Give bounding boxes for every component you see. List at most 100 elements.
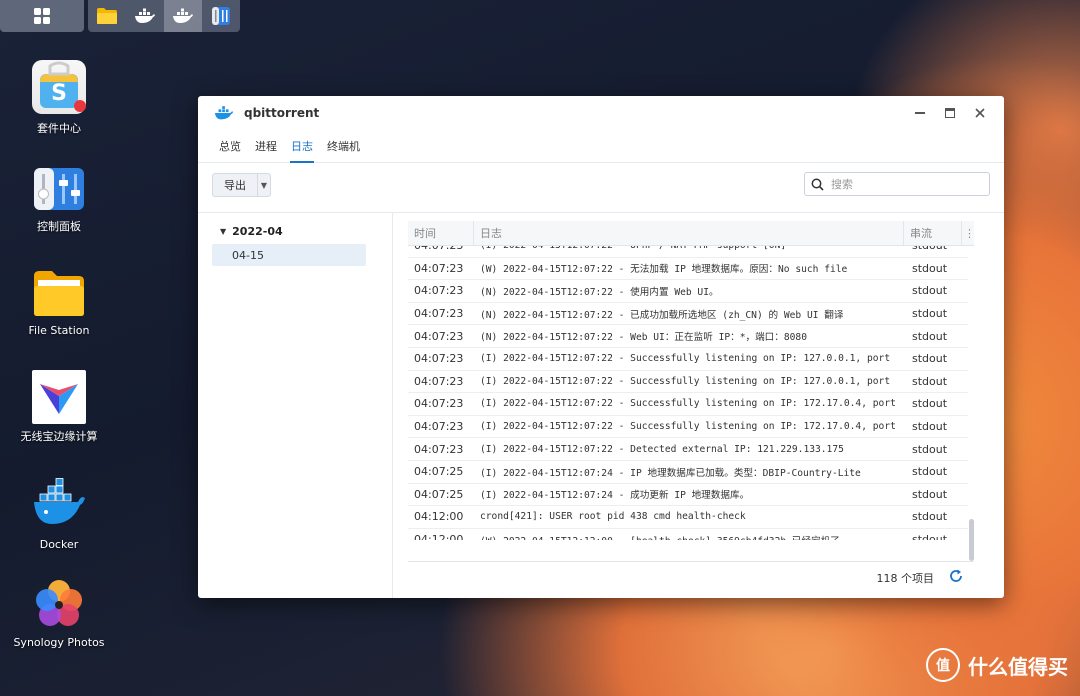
export-dropdown-button[interactable]: ▼: [258, 174, 270, 196]
row-stream: stdout: [912, 397, 948, 411]
watermark-text: 什么值得买: [968, 654, 1068, 679]
close-button[interactable]: [970, 104, 990, 122]
row-log: crond[421]: USER root pid 438 cmd health…: [480, 511, 746, 523]
table-row[interactable]: 04:07:25 (I) 2022-04-15T12:07:24 - 成功更新 I…: [408, 484, 968, 507]
search-input[interactable]: [829, 176, 973, 192]
export-button-group: 导出 ▼: [212, 173, 271, 197]
table-row[interactable]: 04:12:00 (W) 2022-04-15T12:12:00 - [healt…: [408, 529, 968, 540]
table-row[interactable]: 04:07:23 (I) 2022-04-15T12:07:22 - Succes…: [408, 348, 968, 371]
desktop-icon-label: 无线宝边缘计算: [20, 430, 98, 443]
maximize-button[interactable]: [940, 104, 960, 122]
row-log: (I) 2022-04-15T12:07:22 - UPnP / NAT-PMP…: [474, 246, 904, 251]
taskbar-docker-2[interactable]: [164, 0, 202, 32]
row-time: 04:07:23: [414, 374, 464, 388]
window-titlebar[interactable]: qbittorrent: [198, 96, 1004, 130]
docker-icon: [135, 8, 155, 23]
row-stream: stdout: [912, 442, 948, 456]
row-stream: stdout: [912, 352, 948, 366]
qbittorrent-window: qbittorrent 总览 进程 日志 终端机 导出 ▼ ▼ 2022-04: [198, 96, 1004, 598]
desktop-icon-synology-photos[interactable]: Synology Photos: [8, 578, 110, 649]
row-log: (I) 2022-04-15T12:07:22 - Detected exter…: [480, 443, 844, 455]
row-stream: stdout: [912, 420, 948, 434]
search-icon: [805, 178, 829, 191]
main-menu-button[interactable]: [0, 0, 84, 32]
desktop-icon-docker[interactable]: Docker: [8, 478, 110, 551]
docker-icon: [32, 478, 86, 532]
minimize-icon: [915, 112, 925, 114]
row-time: 04:07:23: [414, 397, 464, 411]
table-row[interactable]: 04:12:00 crond[421]: USER root pid 438 cm…: [408, 506, 968, 529]
table-row[interactable]: 04:07:23 (W) 2022-04-15T12:07:22 - 无法加载 I…: [408, 258, 968, 281]
row-log: (N) 2022-04-15T12:07:22 - 已成功加载所选地区 (zh_…: [480, 309, 844, 321]
tab-process[interactable]: 进程: [248, 138, 284, 162]
table-row[interactable]: 04:07:23 (I) 2022-04-15T12:07:22 - Succes…: [408, 393, 968, 416]
grid-icon: [34, 8, 50, 24]
desktop-icon-wxb[interactable]: 无线宝边缘计算: [8, 370, 110, 444]
row-time: 04:07:25: [414, 487, 464, 501]
search-box: [804, 172, 990, 196]
minimize-button[interactable]: [910, 104, 930, 122]
row-time: 04:12:00: [414, 510, 464, 524]
row-stream: stdout: [912, 487, 948, 501]
desktop-icon-label: 控制面板: [37, 220, 81, 233]
row-time: 04:07:23: [414, 284, 464, 298]
refresh-icon: [950, 569, 962, 582]
row-time: 04:07:23: [414, 352, 464, 366]
row-time: 04:07:23: [414, 307, 464, 321]
table-row[interactable]: 04:07:25 (I) 2022-04-15T12:07:24 - IP 地理数…: [408, 461, 968, 484]
more-vertical-icon: ⋮: [964, 226, 975, 240]
tab-overview[interactable]: 总览: [212, 138, 248, 162]
grid-header: 时间 日志 串流 ⋮: [408, 221, 975, 246]
tree-group-month[interactable]: ▼ 2022-04: [220, 225, 392, 238]
row-log: (I) 2022-04-15T12:07:22 - Successfully l…: [480, 398, 896, 410]
tree-item-day[interactable]: 04-15: [212, 244, 366, 266]
row-time: 04:07:23: [414, 420, 464, 434]
row-log: (I) 2022-04-15T12:07:24 - 成功更新 IP 地理数据库。: [480, 490, 750, 502]
folder-icon: [32, 268, 86, 322]
folder-icon: [97, 8, 117, 24]
column-header-log[interactable]: 日志: [474, 221, 904, 245]
row-time: 04:07:25: [414, 465, 464, 479]
table-row[interactable]: 04:07:23(I) 2022-04-15T12:07:22 - UPnP /…: [408, 246, 968, 258]
row-time: 04:07:23: [414, 442, 464, 456]
row-stream: stdout: [912, 374, 948, 388]
caret-down-icon: ▼: [220, 227, 227, 236]
desktop-icon-label: Docker: [39, 538, 79, 551]
taskbar-control-panel[interactable]: [202, 0, 240, 32]
column-menu-button[interactable]: ⋮: [962, 221, 975, 245]
tab-log[interactable]: 日志: [284, 138, 320, 163]
row-log: (N) 2022-04-15T12:07:22 - 使用内置 Web UI。: [480, 286, 719, 298]
column-header-time[interactable]: 时间: [408, 221, 474, 245]
table-row[interactable]: 04:07:23 (N) 2022-04-15T12:07:22 - 使用内置 W…: [408, 280, 968, 303]
table-row[interactable]: 04:07:23 (I) 2022-04-15T12:07:22 - Succes…: [408, 416, 968, 439]
toolbar: 导出 ▼: [198, 163, 1004, 203]
log-grid: 时间 日志 串流 ⋮ 04:07:23 (I) 2022-04-15T12:07:…: [408, 221, 975, 561]
desktop-icon-file-station[interactable]: File Station: [8, 268, 110, 337]
desktop-icon-package-center[interactable]: S 套件中心: [8, 60, 110, 136]
row-log: (I) 2022-04-15T12:07:24 - IP 地理数据库已加载。类型…: [480, 467, 861, 479]
control-panel-icon: [212, 7, 230, 25]
column-header-stream[interactable]: 串流: [904, 221, 962, 245]
taskbar-docker-1[interactable]: [126, 0, 164, 32]
export-button[interactable]: 导出: [213, 174, 258, 196]
table-row[interactable]: 04:07:23 (N) 2022-04-15T12:07:22 - 已成功加载所…: [408, 303, 968, 326]
table-row[interactable]: 04:07:23 (N) 2022-04-15T12:07:22 - Web UI…: [408, 325, 968, 348]
desktop-icon-control-panel[interactable]: 控制面板: [8, 166, 110, 234]
grid-footer: 118 个项目: [408, 561, 974, 592]
row-stream: stdout: [912, 510, 948, 524]
grid-rows[interactable]: 04:07:23 (I) 2022-04-15T12:07:22 - UPnP /…: [408, 246, 968, 540]
table-row[interactable]: 04:07:23 (I) 2022-04-15T12:07:22 - Detect…: [408, 438, 968, 461]
grid-scrollbar[interactable]: [969, 519, 974, 561]
taskbar-file-station[interactable]: [88, 0, 126, 32]
row-stream: stdout: [912, 465, 948, 479]
taskbar: [0, 0, 240, 32]
row-stream: stdout: [912, 307, 948, 321]
refresh-button[interactable]: [948, 568, 964, 584]
tab-terminal[interactable]: 终端机: [320, 138, 367, 162]
row-stream: stdout: [912, 284, 948, 298]
table-row[interactable]: 04:07:23 (I) 2022-04-15T12:07:22 - Succes…: [408, 371, 968, 394]
row-log: (W) 2022-04-15T12:07:22 - 无法加载 IP 地理数据库。…: [480, 264, 848, 276]
maximize-icon: [945, 108, 955, 118]
row-time: 04:07:23: [414, 329, 464, 343]
row-log: (N) 2022-04-15T12:07:22 - Web UI：正在监听 IP…: [480, 332, 807, 344]
